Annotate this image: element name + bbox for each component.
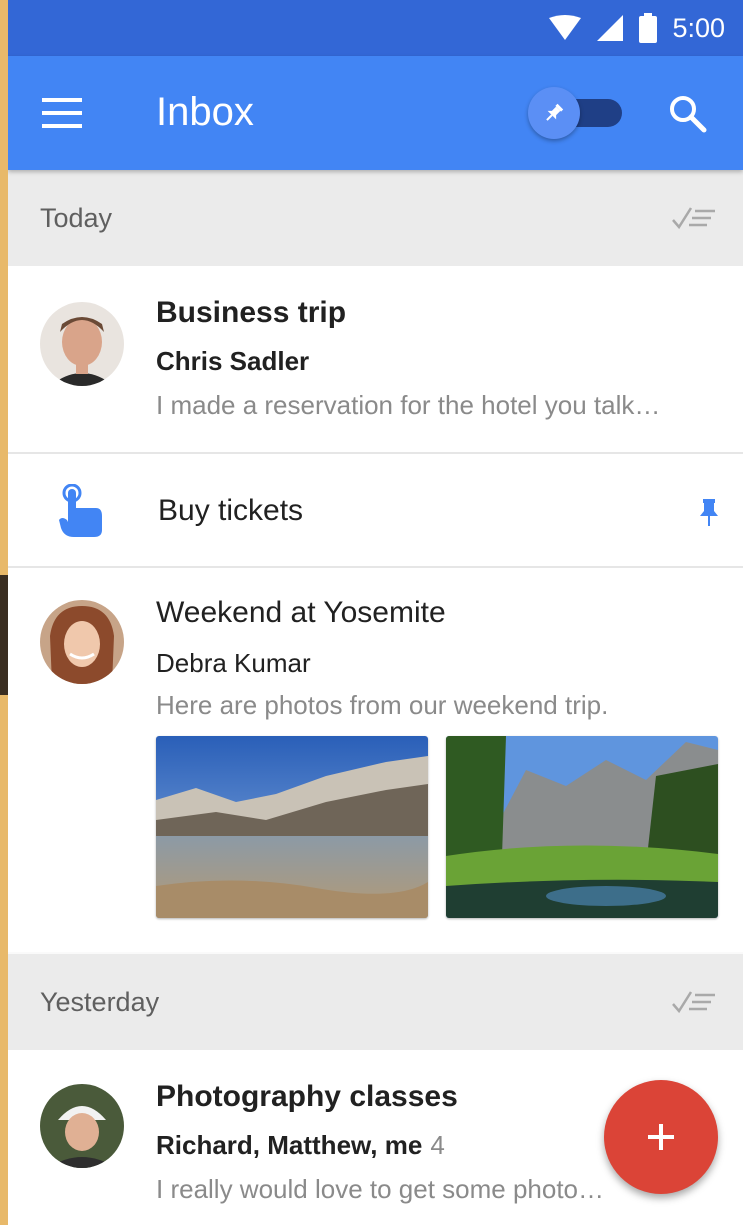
avatar [40, 600, 124, 684]
list-item-weekend-yosemite[interactable]: Weekend at Yosemite Debra Kumar Here are… [8, 568, 743, 952]
item-subject: Business trip [156, 296, 347, 329]
list-item-reminder[interactable]: Buy tickets [8, 454, 743, 566]
page-title: Inbox [156, 90, 254, 134]
toggle-thumb [528, 87, 580, 139]
item-sender: Chris Sadler [156, 346, 310, 376]
add-icon [648, 1124, 674, 1150]
thread-count: 4 [430, 1130, 445, 1160]
status-icons: 5:00 [548, 13, 725, 43]
pinned-toggle[interactable] [528, 87, 624, 139]
section-title: Yesterday [40, 987, 160, 1017]
photo-thumbnail[interactable] [156, 736, 428, 918]
sweep-icon[interactable] [671, 202, 717, 234]
reminder-text: Buy tickets [158, 494, 304, 527]
app-bar: Inbox [8, 56, 743, 170]
status-bar: 5:00 [8, 0, 743, 56]
signal-icon [597, 15, 624, 41]
compose-button[interactable] [604, 1080, 718, 1194]
pin-icon[interactable] [698, 498, 720, 528]
phone-screen: 5:00 Inbox Today Business trip Chris Sad… [8, 0, 743, 1225]
sweep-icon[interactable] [671, 986, 717, 1018]
section-title: Today [40, 203, 113, 233]
item-sender: Debra Kumar [156, 648, 311, 678]
item-subject: Weekend at Yosemite [156, 596, 446, 629]
photo-thumbnail[interactable] [446, 736, 718, 918]
search-icon[interactable] [668, 94, 708, 134]
item-snippet: I made a reservation for the hotel you t… [156, 390, 661, 420]
avatar [40, 302, 124, 386]
reminder-hand-icon [59, 484, 102, 537]
item-snippet: I really would love to get some photo… [156, 1174, 605, 1204]
section-header-today: Today [8, 170, 743, 266]
pin-icon [546, 103, 564, 121]
section-header-yesterday: Yesterday [8, 954, 743, 1050]
item-subject: Photography classes [156, 1080, 458, 1113]
item-sender: Richard, Matthew, me 4 [156, 1130, 445, 1161]
battery-icon [639, 13, 658, 43]
sender-names: Richard, Matthew, me [156, 1130, 423, 1160]
status-time: 5:00 [672, 13, 725, 43]
menu-icon[interactable] [42, 96, 86, 130]
list-item-business-trip[interactable]: Business trip Chris Sadler I made a rese… [8, 266, 743, 452]
item-snippet: Here are photos from our weekend trip. [156, 690, 609, 720]
avatar [40, 1084, 124, 1168]
wifi-icon [549, 15, 582, 40]
